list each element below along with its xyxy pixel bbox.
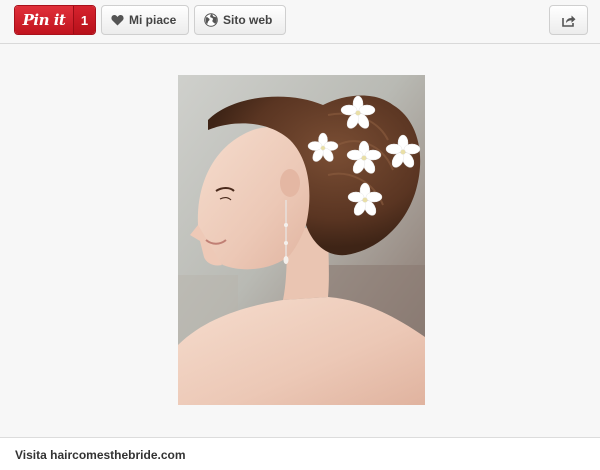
share-icon — [561, 14, 576, 27]
globe-icon — [204, 13, 218, 27]
heart-icon — [111, 14, 124, 26]
pin-image[interactable] — [178, 75, 425, 405]
pin-it-label[interactable]: Pin it — [15, 6, 73, 34]
share-button[interactable] — [549, 5, 588, 35]
pin-count[interactable]: 1 — [73, 6, 95, 34]
like-button[interactable]: Mi piace — [101, 5, 189, 35]
bride-photo — [178, 75, 425, 405]
website-label: Sito web — [223, 13, 273, 27]
website-button[interactable]: Sito web — [194, 5, 286, 35]
like-label: Mi piace — [129, 13, 177, 27]
pin-it-button[interactable]: Pin it 1 — [14, 5, 96, 35]
toolbar: Pin it 1 Mi piace Sito web — [0, 0, 600, 44]
footer: Visita haircomesthebride.com — [0, 437, 600, 470]
visit-site-link[interactable]: Visita haircomesthebride.com — [15, 448, 186, 462]
